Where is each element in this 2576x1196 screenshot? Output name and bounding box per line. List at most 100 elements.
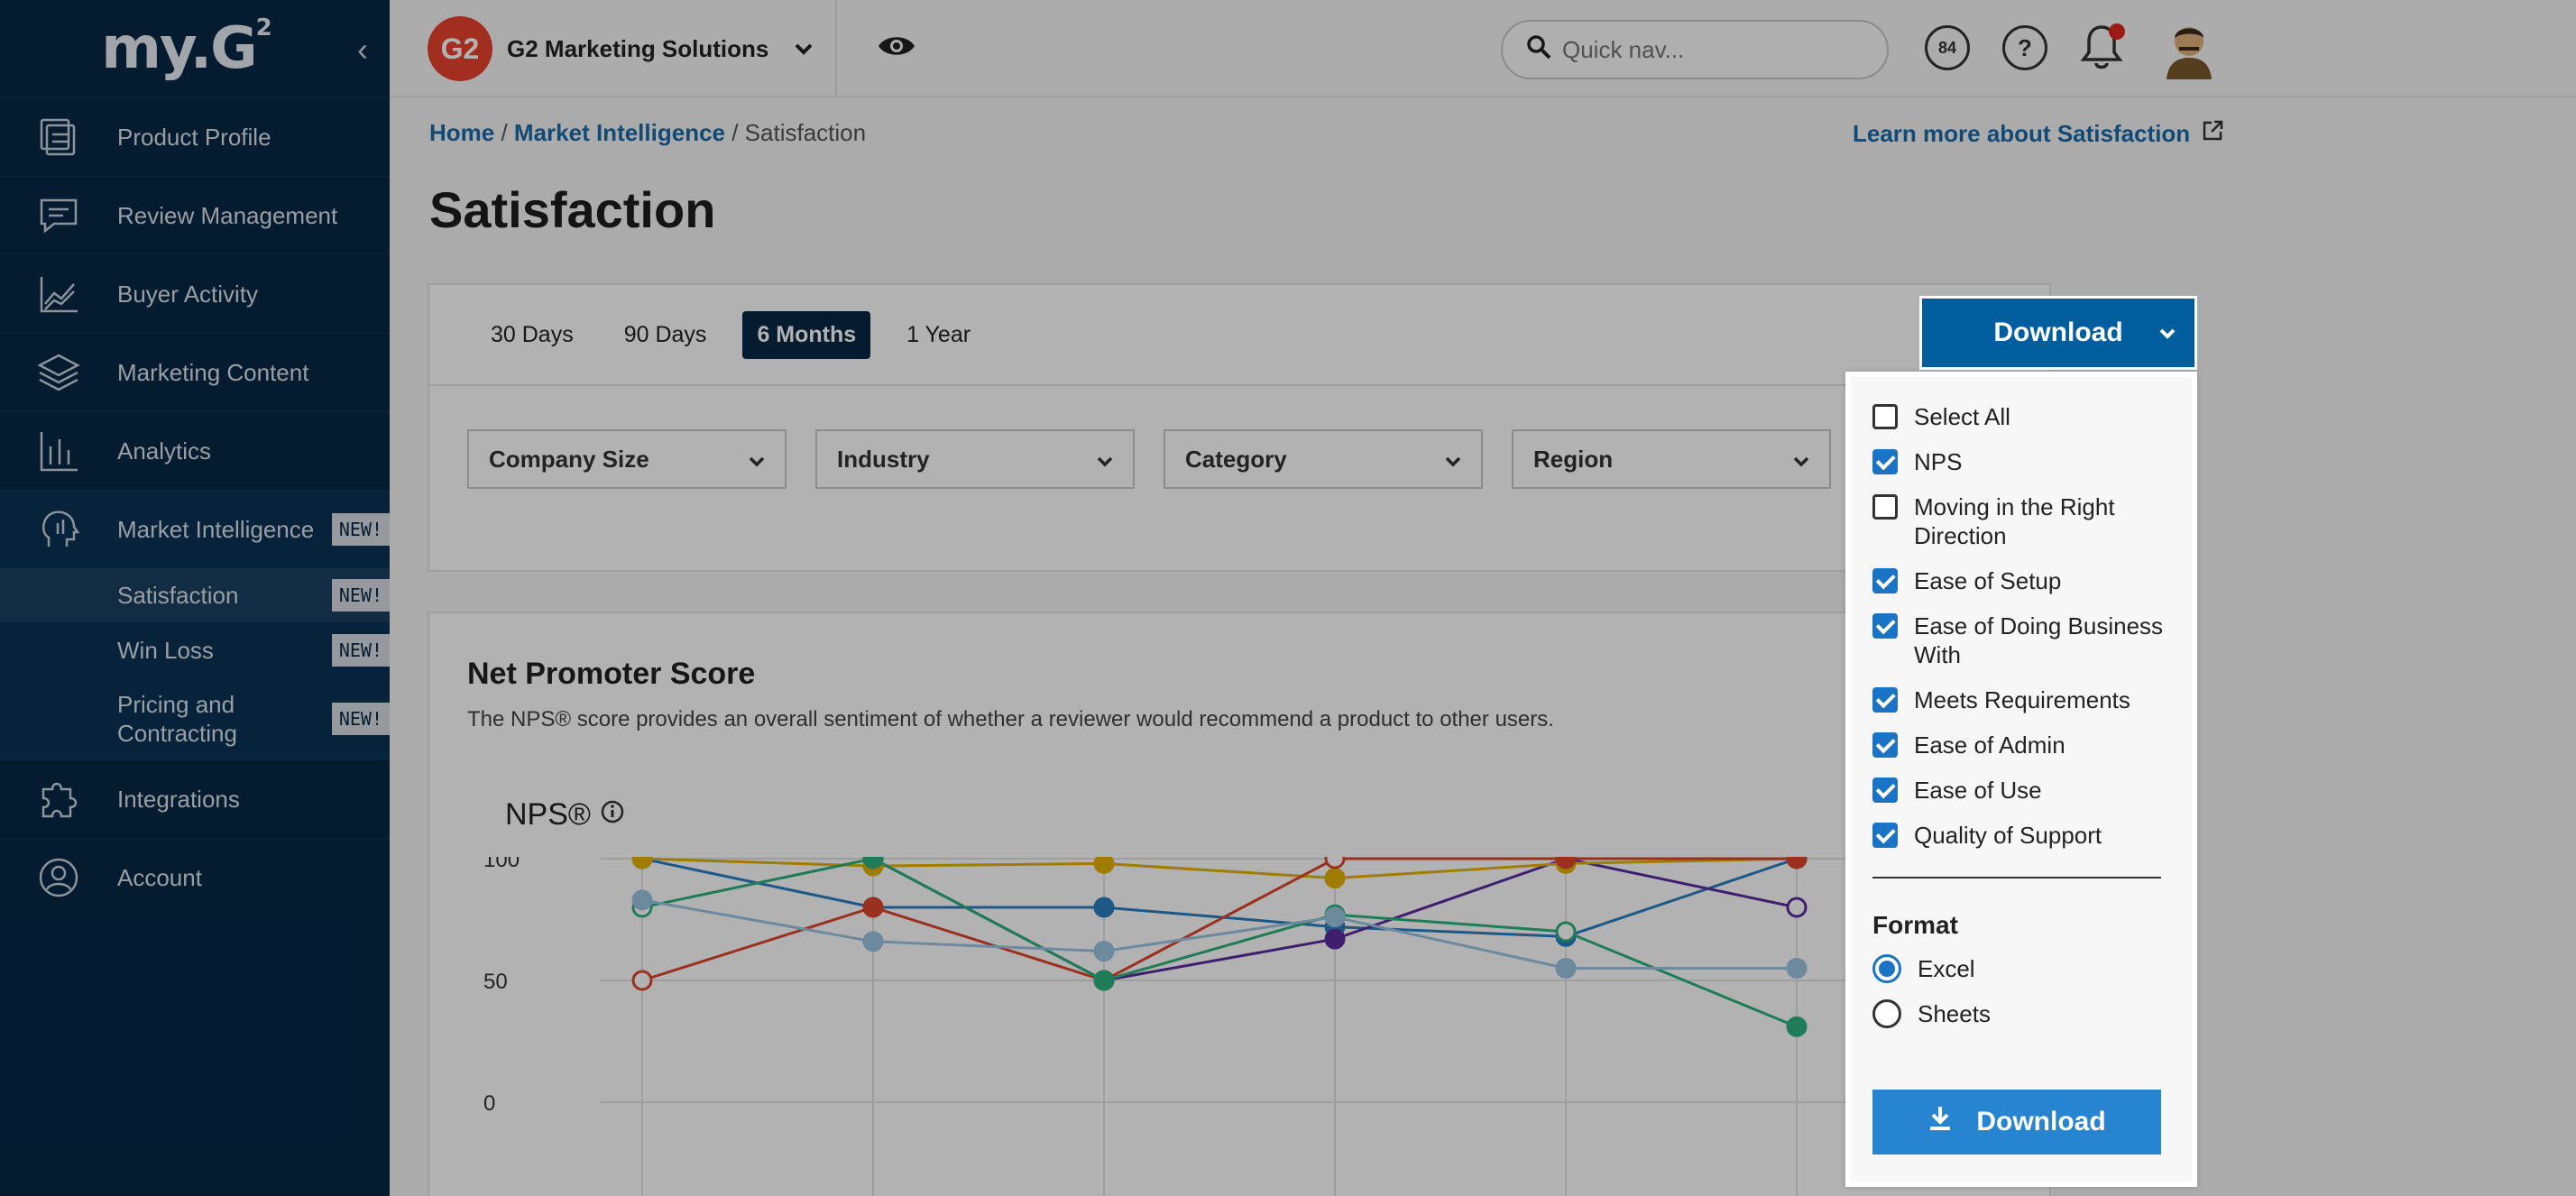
sidebar-item-buyer-activity[interactable]: Buyer Activity xyxy=(0,254,390,333)
export-option[interactable]: NPS xyxy=(1872,447,2170,476)
export-option[interactable]: Meets Requirements xyxy=(1872,685,2170,714)
format-option[interactable]: Sheets xyxy=(1872,999,2170,1028)
learn-more-link[interactable]: Learn more about Satisfaction xyxy=(1853,119,2224,149)
download-submit-button[interactable]: Download xyxy=(1872,1090,2161,1155)
industry-select[interactable]: Industry xyxy=(815,429,1135,489)
breadcrumb-separator: / xyxy=(725,119,745,146)
format-options: Excel Sheets xyxy=(1872,954,2170,1028)
checkbox[interactable] xyxy=(1872,404,1898,429)
nps-card-description: The NPS® score provides an overall senti… xyxy=(467,707,1554,731)
data-point xyxy=(1555,921,1577,943)
export-option[interactable]: Select All xyxy=(1872,402,2170,431)
filter-card: 30 Days 90 Days 6 Months 1 Year Company … xyxy=(428,283,2051,572)
chevron-down-icon xyxy=(794,37,814,60)
export-option[interactable]: Ease of Use xyxy=(1872,776,2170,805)
help-icon[interactable]: ? xyxy=(2002,25,2047,70)
sidebar-item-account[interactable]: Account xyxy=(0,838,390,916)
nps-chart: 100 50 0 xyxy=(483,857,2053,1196)
sidebar-item-analytics[interactable]: Analytics xyxy=(0,411,390,490)
eye-icon[interactable] xyxy=(877,32,916,64)
export-option[interactable]: Moving in the Right Direction xyxy=(1872,492,2170,550)
chevron-down-icon xyxy=(749,446,765,474)
export-option[interactable]: Ease of Doing Business With xyxy=(1872,612,2170,669)
analytics-icon xyxy=(0,428,117,474)
data-point xyxy=(1786,857,1808,869)
format-option[interactable]: Excel xyxy=(1872,954,2170,983)
data-point xyxy=(862,857,884,869)
sidebar-subitem-satisfaction[interactable]: Satisfaction NEW! xyxy=(0,568,390,622)
breadcrumb-separator: / xyxy=(494,119,514,146)
nps-card-title: Net Promoter Score xyxy=(467,657,756,691)
search-input[interactable] xyxy=(1562,35,1851,64)
checkbox[interactable] xyxy=(1872,777,1898,803)
info-icon[interactable] xyxy=(600,797,625,833)
company-size-select[interactable]: Company Size xyxy=(467,429,787,489)
series-line xyxy=(641,857,1798,880)
y-tick-label: 50 xyxy=(483,970,508,994)
notification-dot xyxy=(2109,23,2125,40)
tab-30-days[interactable]: 30 Days xyxy=(476,311,588,359)
quick-nav-search[interactable] xyxy=(1501,20,1889,79)
data-point xyxy=(1324,906,1346,928)
chevron-down-icon xyxy=(2158,321,2176,345)
category-select[interactable]: Category xyxy=(1164,429,1483,489)
sidebar-subitem-label: Win Loss xyxy=(117,636,214,664)
avatar[interactable] xyxy=(2157,16,2221,79)
region-select[interactable]: Region xyxy=(1512,429,1831,489)
checkbox[interactable] xyxy=(1872,449,1898,474)
chevron-down-icon xyxy=(1793,446,1809,474)
sidebar-subitem-pricing-and-contracting[interactable]: Pricing and Contracting NEW! xyxy=(0,678,390,759)
data-point xyxy=(1093,941,1115,962)
nps-card: Net Promoter Score The NPS® score provid… xyxy=(428,612,2053,1196)
radio-button[interactable] xyxy=(1872,954,1901,983)
sidebar-item-label: Product Profile xyxy=(117,123,271,151)
breadcrumb-market-intelligence[interactable]: Market Intelligence xyxy=(514,119,725,146)
radio-button[interactable] xyxy=(1872,999,1901,1028)
page-title: Satisfaction xyxy=(429,181,716,238)
chevron-down-icon xyxy=(1445,446,1461,474)
search-icon xyxy=(1526,34,1551,66)
sidebar-item-integrations[interactable]: Integrations xyxy=(0,759,390,838)
company-switcher[interactable]: G2 G2 Marketing Solutions xyxy=(428,16,814,81)
export-option-label: Ease of Doing Business With xyxy=(1914,612,2164,668)
select-label: Company Size xyxy=(489,445,649,473)
sidebar-item-label: Market Intelligence xyxy=(117,515,315,543)
sidebar-subitem-label: Pricing and Contracting xyxy=(117,691,237,747)
tab-90-days[interactable]: 90 Days xyxy=(610,311,722,359)
sidebar-item-label: Integrations xyxy=(117,785,240,813)
sidebar-item-label: Review Management xyxy=(117,201,338,229)
notification-bell-icon[interactable] xyxy=(2080,22,2125,77)
export-option-label: Ease of Use xyxy=(1914,777,2042,804)
points-badge-icon[interactable]: 84 xyxy=(1925,25,1970,70)
checkbox[interactable] xyxy=(1872,613,1898,639)
new-badge: NEW! xyxy=(331,634,390,667)
chart-title: NPS® xyxy=(505,797,625,833)
export-option-label: Ease of Admin xyxy=(1914,731,2065,759)
checkbox[interactable] xyxy=(1872,823,1898,848)
data-point xyxy=(862,897,884,918)
checkbox[interactable] xyxy=(1872,732,1898,758)
breadcrumb-home[interactable]: Home xyxy=(429,119,494,146)
sidebar-item-marketing-content[interactable]: Marketing Content xyxy=(0,333,390,411)
external-link-icon xyxy=(2201,119,2224,149)
data-point xyxy=(631,889,653,911)
breadcrumb-current: Satisfaction xyxy=(744,119,867,146)
learn-more-label: Learn more about Satisfaction xyxy=(1853,120,2191,147)
checkbox[interactable] xyxy=(1872,568,1898,593)
sidebar-item-product-profile[interactable]: Product Profile xyxy=(0,97,390,176)
tab-6-months[interactable]: 6 Months xyxy=(742,310,871,359)
export-option-label: NPS xyxy=(1914,448,1963,475)
tab-1-year[interactable]: 1 Year xyxy=(892,311,985,359)
download-menu-button[interactable]: Download xyxy=(1922,299,2194,367)
sidebar-item-review-management[interactable]: Review Management xyxy=(0,176,390,254)
export-option[interactable]: Quality of Support xyxy=(1872,821,2170,850)
export-option[interactable]: Ease of Admin xyxy=(1872,731,2170,759)
app-logo[interactable]: my.G2 xyxy=(101,14,271,82)
checkbox[interactable] xyxy=(1872,494,1898,520)
export-option[interactable]: Ease of Setup xyxy=(1872,566,2170,595)
checkbox[interactable] xyxy=(1872,687,1898,713)
data-point xyxy=(1786,897,1808,918)
sidebar-subitem-win-loss[interactable]: Win Loss NEW! xyxy=(0,622,390,678)
collapse-sidebar-icon[interactable]: ‹ xyxy=(357,31,368,69)
sidebar-item-market-intelligence[interactable]: Market Intelligence NEW! xyxy=(0,490,390,568)
